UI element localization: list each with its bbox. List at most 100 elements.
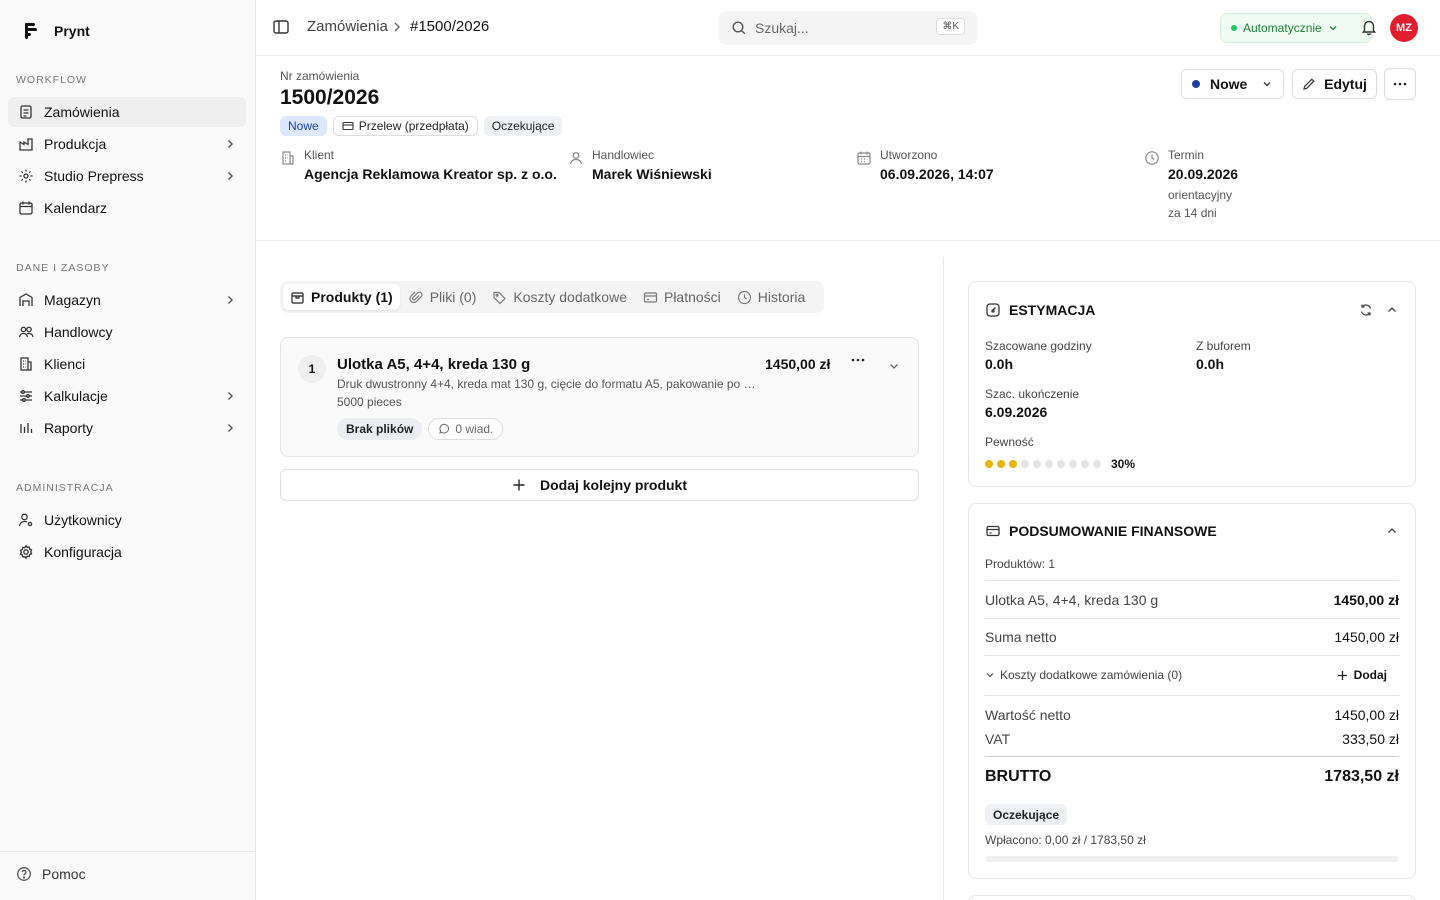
sidebar-item-production[interactable]: Produkcja bbox=[8, 129, 246, 159]
tab-history[interactable]: Historia bbox=[730, 284, 812, 310]
confidence-percent: 30% bbox=[1111, 457, 1136, 471]
prynt-logo-icon bbox=[22, 22, 40, 40]
breadcrumb-current-order: #1500/2026 bbox=[410, 18, 490, 35]
sidebar-item-orders[interactable]: Zamówienia bbox=[8, 97, 246, 127]
plus-icon bbox=[512, 478, 526, 492]
messages-badge[interactable]: 0 wiad. bbox=[428, 418, 504, 440]
status-dropdown[interactable]: Nowe bbox=[1181, 69, 1284, 99]
confidence-label: Pewność bbox=[985, 435, 1034, 449]
sliders-icon bbox=[18, 388, 34, 404]
extra-costs-toggle[interactable]: Koszty dodatkowe zamówienia (0) bbox=[985, 668, 1182, 682]
payment-method-label: Przelew (przedpłata) bbox=[358, 119, 469, 133]
confidence-dot bbox=[1045, 460, 1053, 468]
sidebar-item-configuration[interactable]: Konfiguracja bbox=[8, 537, 246, 567]
sidebar-item-users[interactable]: Użytkownicy bbox=[8, 505, 246, 535]
tab-extra-costs[interactable]: Koszty dodatkowe bbox=[485, 284, 634, 310]
chevron-down-icon bbox=[1328, 23, 1338, 33]
net-value-label: Wartość netto bbox=[985, 707, 1071, 723]
section-administration: ADMINISTRACJA bbox=[16, 482, 114, 494]
sidebar-item-label: Magazyn bbox=[44, 292, 101, 308]
avatar[interactable]: MZ bbox=[1390, 14, 1418, 42]
bell-icon[interactable] bbox=[1360, 18, 1378, 36]
net-value-row: Wartość netto 1450,00 zł bbox=[985, 707, 1399, 723]
plus-icon bbox=[1337, 670, 1348, 681]
sidebar: Prynt WORKFLOW Zamówienia Produkcja Stud… bbox=[0, 0, 256, 900]
client-value[interactable]: Agencja Reklamowa Kreator sp. z o.o. bbox=[304, 166, 557, 182]
page-title: 1500/2026 bbox=[280, 86, 380, 109]
mode-dropdown[interactable]: Automatycznie bbox=[1220, 13, 1372, 43]
chevron-down-icon[interactable] bbox=[887, 359, 901, 373]
meta-client: Klient Agencja Reklamowa Kreator sp. z o… bbox=[280, 148, 557, 182]
est-finish-label: Szac. ukończenie bbox=[985, 387, 1080, 401]
divider bbox=[985, 756, 1399, 757]
confidence-dot bbox=[985, 460, 993, 468]
search-input[interactable]: Szukaj... ⌘K bbox=[719, 11, 977, 45]
product-title: Ulotka A5, 4+4, kreda 130 g bbox=[337, 356, 531, 373]
clock-icon bbox=[1144, 148, 1160, 220]
app-name: Prynt bbox=[54, 23, 90, 39]
pencil-icon bbox=[1302, 77, 1316, 91]
section-data-resources: DANE I ZASOBY bbox=[16, 262, 110, 274]
sidebar-item-label: Studio Prepress bbox=[44, 168, 144, 184]
user-icon bbox=[568, 148, 584, 182]
status-dropdown-label: Nowe bbox=[1210, 76, 1248, 92]
search-icon bbox=[731, 20, 747, 36]
team-icon bbox=[18, 324, 34, 340]
sidebar-toggle-icon[interactable] bbox=[272, 18, 290, 36]
sidebar-item-warehouse[interactable]: Magazyn bbox=[8, 285, 246, 315]
sidebar-item-salespeople[interactable]: Handlowcy bbox=[8, 317, 246, 347]
tab-label: Płatności bbox=[663, 289, 721, 305]
order-tabs: Produkty (1) Pliki (0) Koszty dodatkowe … bbox=[280, 281, 824, 313]
tab-label: Produkty (1) bbox=[311, 289, 393, 305]
product-price: 1450,00 zł bbox=[765, 356, 831, 372]
tab-label: Koszty dodatkowe bbox=[513, 289, 627, 305]
product-menu-icon[interactable] bbox=[851, 358, 865, 362]
gross-value: 1783,50 zł bbox=[1324, 768, 1399, 785]
sidebar-item-studio-prepress[interactable]: Studio Prepress bbox=[8, 161, 246, 191]
sidebar-item-label: Kalendarz bbox=[44, 200, 108, 216]
edit-button-label: Edytuj bbox=[1324, 76, 1367, 92]
edit-button[interactable]: Edytuj bbox=[1292, 69, 1377, 99]
refresh-icon[interactable] bbox=[1359, 303, 1373, 317]
sidebar-item-calculations[interactable]: Kalkulacje bbox=[8, 381, 246, 411]
chevron-right-icon bbox=[224, 390, 236, 402]
sidebar-item-label: Kalkulacje bbox=[44, 388, 108, 404]
chevron-up-icon[interactable] bbox=[1385, 303, 1399, 317]
line-item-row: Ulotka A5, 4+4, kreda 130 g 1450,00 zł bbox=[985, 592, 1399, 608]
tab-files[interactable]: Pliki (0) bbox=[402, 284, 484, 310]
sidebar-item-clients[interactable]: Klienci bbox=[8, 349, 246, 379]
vat-row: VAT 333,50 zł bbox=[985, 731, 1399, 747]
divider bbox=[985, 580, 1399, 581]
divider bbox=[985, 618, 1399, 619]
confidence-dot bbox=[1081, 460, 1089, 468]
client-label: Klient bbox=[304, 148, 335, 162]
box-icon bbox=[290, 290, 305, 305]
more-actions-button[interactable] bbox=[1384, 68, 1416, 100]
tab-products[interactable]: Produkty (1) bbox=[283, 284, 400, 310]
help-link[interactable]: Pomoc bbox=[16, 866, 86, 882]
tab-payments[interactable]: Płatności bbox=[636, 284, 728, 310]
sidebar-item-label: Klienci bbox=[44, 356, 86, 372]
mode-label: Automatycznie bbox=[1243, 21, 1322, 35]
divider bbox=[985, 695, 1399, 696]
line-item-label: Ulotka A5, 4+4, kreda 130 g bbox=[985, 592, 1159, 608]
product-card[interactable]: 1 Ulotka A5, 4+4, kreda 130 g Druk dwust… bbox=[280, 337, 919, 457]
gear-icon bbox=[18, 544, 34, 560]
message-icon bbox=[438, 423, 450, 435]
chevron-up-icon[interactable] bbox=[1385, 524, 1399, 538]
sidebar-item-calendar[interactable]: Kalendarz bbox=[8, 193, 246, 223]
est-finish-value: 6.09.2026 bbox=[985, 404, 1048, 420]
breadcrumb-orders[interactable]: Zamówienia bbox=[307, 18, 388, 35]
add-product-button[interactable]: Dodaj kolejny produkt bbox=[280, 469, 919, 501]
brand[interactable]: Prynt bbox=[22, 22, 90, 40]
chevron-down-icon bbox=[985, 670, 995, 680]
content-divider bbox=[943, 257, 944, 900]
created-value: 06.09.2026, 14:07 bbox=[880, 166, 994, 182]
est-hours-label: Szacowane godziny bbox=[985, 339, 1092, 353]
meta-salesperson: Handlowiec Marek Wiśniewski bbox=[568, 148, 712, 182]
add-extra-cost-button[interactable]: Dodaj bbox=[1337, 668, 1387, 682]
estimation-title-text: ESTYMACJA bbox=[1009, 302, 1096, 318]
order-header: Nr zamówienia 1500/2026 Nowe Przelew (pr… bbox=[256, 56, 1440, 241]
sidebar-item-reports[interactable]: Raporty bbox=[8, 413, 246, 443]
deadline-relative: za 14 dni bbox=[1168, 206, 1217, 220]
